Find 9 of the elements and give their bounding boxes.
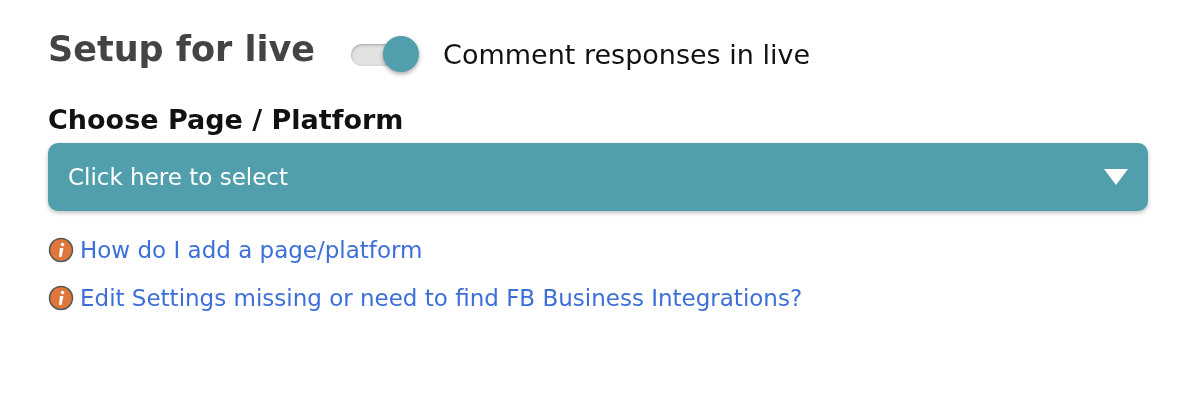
- info-icon: [48, 237, 74, 263]
- help-link[interactable]: How do I add a page/platform: [80, 237, 423, 263]
- info-icon: [48, 285, 74, 311]
- select-dropdown[interactable]: Click here to select: [48, 143, 1148, 211]
- caret-icon: [1104, 169, 1128, 185]
- page-title: Setup for live: [48, 29, 316, 69]
- toggle-label: Comment responses in live: [443, 38, 811, 70]
- field-label: Choose Page / Platform: [48, 104, 405, 135]
- help-link[interactable]: Edit Settings missing or need to find FB Business Integrations?: [80, 285, 803, 311]
